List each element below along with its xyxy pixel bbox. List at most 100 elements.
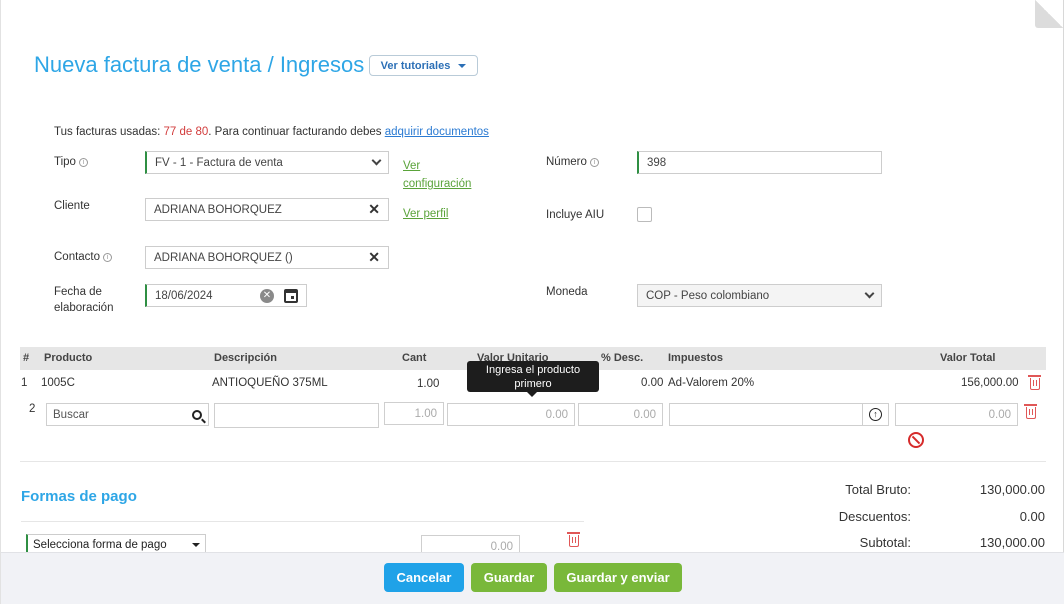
buy-documents-link[interactable]: adquirir documentos (385, 126, 489, 138)
desc-input[interactable]: 0.00 (578, 403, 663, 426)
tipo-label-text: Tipo (54, 156, 76, 168)
close-icon[interactable]: ✕ (368, 249, 380, 266)
search-icon[interactable] (192, 409, 202, 420)
contacto-select[interactable]: ADRIANA BOHORQUEZ () ✕ (145, 246, 389, 269)
chevron-down-icon (371, 155, 382, 166)
info-icon: i (103, 253, 113, 262)
subtotal-label: Subtotal: (859, 535, 911, 550)
chevron-down-icon (864, 288, 875, 299)
calendar-icon[interactable] (284, 288, 298, 303)
tipo-label: Tipo i (54, 154, 88, 170)
tipo-value: FV - 1 - Factura de venta (155, 156, 283, 169)
usage-notice: Tus facturas usadas: 77 de 80. Para cont… (54, 126, 489, 138)
arrow-up-circle-icon: ↑ (869, 408, 882, 421)
moneda-label: Moneda (546, 286, 588, 298)
moneda-value: COP - Peso colombiano (646, 289, 770, 302)
fecha-value: 18/06/2024 (155, 289, 213, 302)
valor-total-value: 0.00 (988, 408, 1011, 421)
col-impuestos: Impuestos (668, 352, 724, 364)
row-cant: 1.00 (417, 378, 440, 390)
invoice-page: Nueva factura de venta / Ingresos Ver tu… (0, 0, 1064, 604)
moneda-select[interactable]: COP - Peso colombiano (637, 284, 882, 307)
row-valor-total: 156,000.00 (961, 377, 1019, 389)
contacto-value: ADRIANA BOHORQUEZ () (154, 251, 293, 264)
total-bruto-label: Total Bruto: (845, 482, 911, 497)
col-num: # (23, 352, 30, 364)
no-entry-icon (908, 432, 924, 448)
trash-icon[interactable] (567, 532, 580, 547)
col-cant: Cant (402, 352, 427, 364)
close-icon[interactable]: ✕ (368, 201, 380, 218)
ver-config-line1: Ver (403, 160, 421, 172)
numero-value: 398 (647, 156, 667, 169)
tooltip-line1: Ingresa el producto (485, 364, 581, 376)
col-descripcion: Descripción (214, 352, 277, 364)
col-valor-total: Valor Total (940, 352, 996, 364)
valor-unitario-value: 0.00 (545, 408, 568, 421)
payments-title: Formas de pago (21, 488, 137, 505)
row-impuestos: Ad-Valorem 20% (668, 377, 755, 389)
row-number: 2 (29, 403, 36, 415)
product-search-input[interactable]: Buscar (46, 403, 209, 426)
cant-value: 1.00 (414, 407, 437, 420)
clear-icon[interactable]: ✕ (260, 288, 274, 303)
total-bruto-value: 130,000.00 (979, 482, 1045, 497)
row-producto: 1005C (41, 377, 75, 389)
row-number: 1 (21, 377, 28, 389)
ver-config-line2: configuración (403, 178, 472, 190)
caret-down-icon (458, 63, 467, 68)
usage-count: 77 de 80 (163, 126, 209, 138)
contacto-label: Contacto i (54, 249, 113, 265)
row-descripcion: ANTIOQUEÑO 375ML (212, 377, 328, 389)
fecha-label: Fecha de elaboración (54, 284, 113, 316)
save-and-send-button[interactable]: Guardar y enviar (554, 563, 682, 592)
divider (20, 461, 1046, 462)
desc-value: 0.00 (633, 408, 656, 421)
payment-amount-value: 0.00 (490, 540, 513, 553)
fecha-label-line1: Fecha de (54, 286, 102, 298)
aiu-label: Incluye AIU (546, 209, 605, 221)
row-desc: 0.00 (641, 377, 664, 389)
info-icon: i (589, 158, 599, 167)
valor-total-input[interactable]: 0.00 (895, 403, 1018, 426)
notice-middle: . Para continuar facturando debes (208, 126, 385, 138)
numero-label: Número i (546, 154, 599, 170)
descuentos-value: 0.00 (1019, 509, 1045, 524)
page-title: Nueva factura de venta / Ingresos (34, 52, 365, 77)
ver-configuracion-link[interactable]: Ver configuración (403, 157, 471, 193)
divider (21, 521, 584, 522)
trash-icon[interactable] (1028, 375, 1041, 390)
description-textarea[interactable] (214, 403, 379, 428)
fecha-label-line2: elaboración (54, 302, 114, 314)
descuentos-label: Descuentos: (838, 509, 911, 524)
numero-label-text: Número (546, 156, 587, 168)
tutorials-label: Ver tutoriales (380, 59, 451, 72)
cant-input[interactable]: 1.00 (384, 402, 444, 425)
page-fold-corner (1035, 0, 1063, 28)
impuestos-input[interactable] (669, 403, 863, 426)
ver-perfil-link[interactable]: Ver perfil (403, 205, 448, 223)
info-icon: i (78, 158, 88, 167)
tooltip-line2: primero (514, 378, 552, 390)
col-desc: % Desc. (601, 352, 644, 364)
numero-input[interactable]: 398 (637, 151, 882, 174)
cliente-value: ADRIANA BOHORQUEZ (154, 203, 282, 216)
payment-method-value: Selecciona forma de pago (33, 538, 167, 551)
tipo-select[interactable]: FV - 1 - Factura de venta (145, 151, 389, 174)
cliente-select[interactable]: ADRIANA BOHORQUEZ ✕ (145, 198, 389, 221)
contacto-label-text: Contacto (54, 251, 101, 263)
save-button[interactable]: Guardar (471, 563, 547, 592)
tutorials-button[interactable]: Ver tutoriales (369, 55, 478, 76)
valor-unitario-input[interactable]: 0.00 (447, 403, 575, 426)
col-producto: Producto (44, 352, 93, 364)
trash-icon[interactable] (1024, 404, 1037, 419)
fecha-input[interactable]: 18/06/2024 ✕ (145, 284, 307, 307)
notice-prefix: Tus facturas usadas: (54, 126, 164, 138)
cliente-label: Cliente (54, 200, 90, 212)
cancel-button[interactable]: Cancelar (384, 563, 464, 592)
aiu-checkbox[interactable] (637, 207, 652, 222)
add-tax-button[interactable]: ↑ (862, 403, 889, 426)
subtotal-value: 130,000.00 (979, 535, 1045, 550)
caret-down-icon (192, 542, 200, 547)
tooltip: Ingresa el producto primero (467, 361, 599, 397)
